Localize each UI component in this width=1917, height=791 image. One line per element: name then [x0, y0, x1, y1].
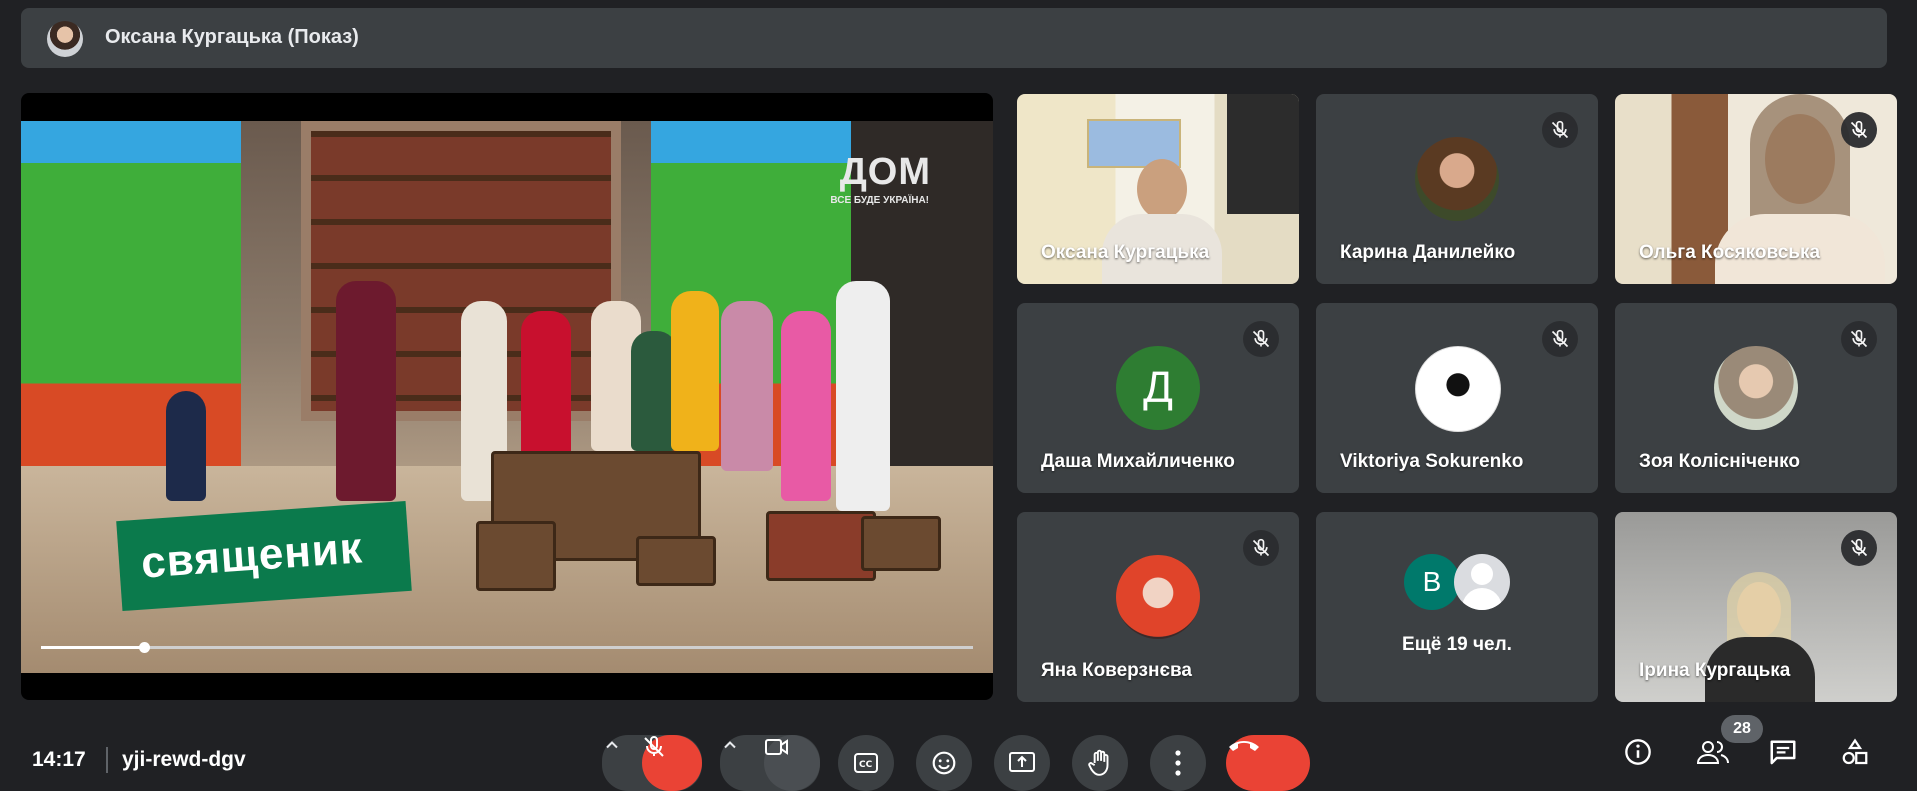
more-options-button[interactable]	[1150, 735, 1206, 791]
present-screen-button[interactable]	[994, 735, 1050, 791]
info-icon	[1625, 739, 1651, 765]
hand-icon	[1088, 749, 1109, 776]
person	[781, 311, 831, 501]
participant-avatar	[1415, 346, 1501, 432]
chest	[636, 536, 716, 586]
videocam-icon	[765, 739, 788, 755]
default-avatar-icon	[1454, 554, 1510, 610]
person	[521, 311, 571, 461]
participant-name: Ірина Кургацька	[1639, 660, 1791, 681]
chat-button[interactable]	[1768, 738, 1816, 786]
participant-avatar	[1714, 346, 1798, 430]
channel-logo: ДОМ	[839, 151, 931, 193]
participant-avatar-letter: Д	[1116, 346, 1200, 430]
more-participants-label: Ещё 19 чел.	[1402, 634, 1512, 655]
people-icon	[1696, 741, 1729, 764]
chevron-up-icon	[724, 741, 736, 749]
participant-name: Даша Михайличенко	[1041, 451, 1235, 472]
participant-name: Зоя Колісніченко	[1639, 451, 1800, 472]
person-host	[336, 281, 396, 501]
muted-mic-icon	[1243, 321, 1279, 357]
camera-toggle-button[interactable]	[764, 735, 820, 791]
chevron-up-icon	[606, 741, 618, 749]
presenter-label: Оксана Кургацька (Показ)	[105, 26, 359, 48]
window	[1227, 94, 1299, 214]
leave-call-button[interactable]	[1226, 735, 1310, 791]
closed-captions-icon: CC	[854, 753, 878, 773]
participant-tile[interactable]: Д Даша Михайличенко	[1017, 303, 1299, 493]
presenter-bar: Оксана Кургацька (Показ)	[21, 8, 1887, 68]
participant-tile[interactable]: Viktoriya Sokurenko	[1316, 303, 1598, 493]
svg-text:CC: CC	[859, 760, 873, 770]
muted-mic-icon	[1542, 321, 1578, 357]
people-button[interactable]	[1696, 738, 1744, 786]
activities-button[interactable]	[1840, 738, 1888, 786]
clock: 14:17	[32, 748, 86, 771]
chest	[861, 516, 941, 571]
captions-button[interactable]: CC	[838, 735, 894, 791]
muted-mic-icon	[1841, 321, 1877, 357]
participant-name: Яна Коверзнєва	[1041, 660, 1192, 681]
channel-tagline: ВСЕ БУДЕ УКРАЇНА!	[830, 195, 929, 206]
shared-video[interactable]: ДОМ ВСЕ БУДЕ УКРАЇНА! священик	[21, 121, 993, 673]
muted-mic-icon	[1841, 530, 1877, 566]
participant-name: Viktoriya Sokurenko	[1340, 451, 1524, 472]
participant-tile[interactable]: Карина Данилейко	[1316, 94, 1598, 284]
studio-wall-left	[21, 121, 241, 471]
meeting-details-button[interactable]	[1624, 738, 1672, 786]
participant-avatar-letter: В	[1404, 554, 1460, 610]
participant-tile[interactable]: Ольга Косяковська	[1615, 94, 1897, 284]
presenter-avatar	[47, 21, 83, 57]
video-progress-fill	[41, 646, 144, 649]
raise-hand-button[interactable]	[1072, 735, 1128, 791]
participant-tile[interactable]: Яна Коверзнєва	[1017, 512, 1299, 702]
more-participants-tile[interactable]: В Ещё 19 чел.	[1316, 512, 1598, 702]
participant-tile[interactable]: Оксана Кургацька	[1017, 94, 1299, 284]
chest	[476, 521, 556, 591]
muted-mic-icon	[1841, 112, 1877, 148]
participant-name: Оксана Кургацька	[1041, 242, 1210, 263]
mic-off-icon	[644, 736, 664, 757]
shapes-icon	[1842, 738, 1868, 765]
emoji-icon	[932, 751, 956, 775]
person-child	[166, 391, 206, 501]
video-progress-track[interactable]	[41, 646, 973, 649]
participant-avatar	[1116, 555, 1200, 639]
separator	[106, 747, 108, 773]
video-progress-handle[interactable]	[139, 642, 150, 653]
participant-tile[interactable]: Зоя Колісніченко	[1615, 303, 1897, 493]
mic-toggle-button[interactable]	[642, 735, 702, 791]
participant-name: Ольга Косяковська	[1639, 242, 1821, 263]
shared-screen[interactable]: ДОМ ВСЕ БУДЕ УКРАЇНА! священик	[21, 93, 993, 700]
reactions-button[interactable]	[916, 735, 972, 791]
meeting-code: yji-rewd-dgv	[122, 748, 246, 771]
more-vert-icon	[1175, 750, 1181, 776]
camera-options-button[interactable]	[720, 735, 768, 791]
chat-icon	[1770, 740, 1796, 765]
face	[1137, 159, 1187, 219]
present-to-all-icon	[1009, 752, 1035, 772]
muted-mic-icon	[1243, 530, 1279, 566]
participant-avatar	[1415, 137, 1499, 221]
person	[721, 301, 773, 471]
person	[836, 281, 890, 511]
person	[671, 291, 719, 451]
muted-mic-icon	[1542, 112, 1578, 148]
participant-tile[interactable]: Ірина Кургацька	[1615, 512, 1897, 702]
participant-name: Карина Данилейко	[1340, 242, 1516, 263]
chest	[766, 511, 876, 581]
call-end-icon	[1229, 741, 1259, 751]
